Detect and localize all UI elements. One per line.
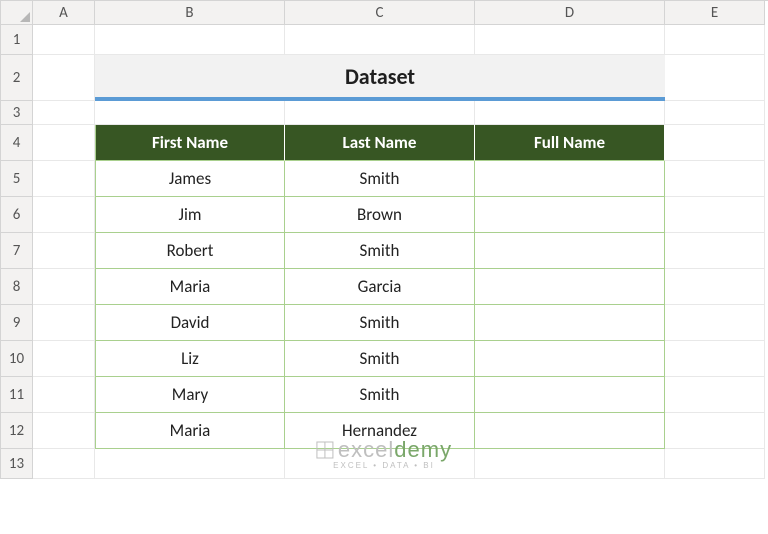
col-header-D[interactable]: D (475, 1, 665, 25)
cell-E9[interactable] (665, 305, 765, 341)
cell-E13[interactable] (665, 449, 765, 479)
cell-last-2[interactable]: Smith (285, 233, 475, 269)
cell-last-6[interactable]: Smith (285, 377, 475, 413)
row-header-3[interactable]: 3 (1, 101, 33, 125)
table-header-fullname[interactable]: Full Name (475, 125, 665, 161)
cell-E4[interactable] (665, 125, 765, 161)
cell-A1[interactable] (33, 25, 95, 55)
row-header-9[interactable]: 9 (1, 305, 33, 341)
cell-full-2[interactable] (475, 233, 665, 269)
cell-D13[interactable] (475, 449, 665, 479)
cell-last-5[interactable]: Smith (285, 341, 475, 377)
row-header-1[interactable]: 1 (1, 25, 33, 55)
cell-first-6[interactable]: Mary (95, 377, 285, 413)
cell-A10[interactable] (33, 341, 95, 377)
cell-full-7[interactable] (475, 413, 665, 449)
row-header-13[interactable]: 13 (1, 449, 33, 479)
row-header-4[interactable]: 4 (1, 125, 33, 161)
cell-first-7[interactable]: Maria (95, 413, 285, 449)
cell-A2[interactable] (33, 55, 95, 101)
select-all-corner[interactable] (1, 1, 33, 25)
cell-A6[interactable] (33, 197, 95, 233)
row-header-2[interactable]: 2 (1, 55, 33, 101)
table-header-lastname[interactable]: Last Name (285, 125, 475, 161)
cell-last-0[interactable]: Smith (285, 161, 475, 197)
cell-B13[interactable] (95, 449, 285, 479)
spreadsheet-grid: A B C D E 1 2 Dataset 3 4 First Name Las… (0, 0, 768, 479)
cell-C1[interactable] (285, 25, 475, 55)
dataset-title[interactable]: Dataset (95, 55, 665, 101)
cell-E11[interactable] (665, 377, 765, 413)
cell-last-1[interactable]: Brown (285, 197, 475, 233)
cell-A11[interactable] (33, 377, 95, 413)
cell-last-4[interactable]: Smith (285, 305, 475, 341)
cell-first-0[interactable]: James (95, 161, 285, 197)
cell-E8[interactable] (665, 269, 765, 305)
cell-A3[interactable] (33, 101, 95, 125)
cell-D3[interactable] (475, 101, 665, 125)
cell-A12[interactable] (33, 413, 95, 449)
cell-full-4[interactable] (475, 305, 665, 341)
cell-A5[interactable] (33, 161, 95, 197)
cell-E1[interactable] (665, 25, 765, 55)
row-header-7[interactable]: 7 (1, 233, 33, 269)
cell-full-6[interactable] (475, 377, 665, 413)
col-header-E[interactable]: E (665, 1, 765, 25)
cell-last-3[interactable]: Garcia (285, 269, 475, 305)
row-header-11[interactable]: 11 (1, 377, 33, 413)
cell-A9[interactable] (33, 305, 95, 341)
cell-B3[interactable] (95, 101, 285, 125)
cell-first-4[interactable]: David (95, 305, 285, 341)
table-header-firstname[interactable]: First Name (95, 125, 285, 161)
cell-full-3[interactable] (475, 269, 665, 305)
col-header-B[interactable]: B (95, 1, 285, 25)
col-header-A[interactable]: A (33, 1, 95, 25)
cell-A13[interactable] (33, 449, 95, 479)
cell-E3[interactable] (665, 101, 765, 125)
row-header-6[interactable]: 6 (1, 197, 33, 233)
cell-E7[interactable] (665, 233, 765, 269)
cell-first-5[interactable]: Liz (95, 341, 285, 377)
cell-first-2[interactable]: Robert (95, 233, 285, 269)
row-header-12[interactable]: 12 (1, 413, 33, 449)
cell-full-5[interactable] (475, 341, 665, 377)
cell-C13[interactable] (285, 449, 475, 479)
cell-full-0[interactable] (475, 161, 665, 197)
col-header-C[interactable]: C (285, 1, 475, 25)
cell-full-1[interactable] (475, 197, 665, 233)
cell-E6[interactable] (665, 197, 765, 233)
cell-D1[interactable] (475, 25, 665, 55)
cell-first-3[interactable]: Maria (95, 269, 285, 305)
cell-E5[interactable] (665, 161, 765, 197)
cell-B1[interactable] (95, 25, 285, 55)
cell-A4[interactable] (33, 125, 95, 161)
cell-C3[interactable] (285, 101, 475, 125)
row-header-10[interactable]: 10 (1, 341, 33, 377)
cell-last-7[interactable]: Hernandez (285, 413, 475, 449)
row-header-8[interactable]: 8 (1, 269, 33, 305)
cell-A8[interactable] (33, 269, 95, 305)
cell-E2[interactable] (665, 55, 765, 101)
cell-A7[interactable] (33, 233, 95, 269)
cell-first-1[interactable]: Jim (95, 197, 285, 233)
row-header-5[interactable]: 5 (1, 161, 33, 197)
cell-E12[interactable] (665, 413, 765, 449)
cell-E10[interactable] (665, 341, 765, 377)
